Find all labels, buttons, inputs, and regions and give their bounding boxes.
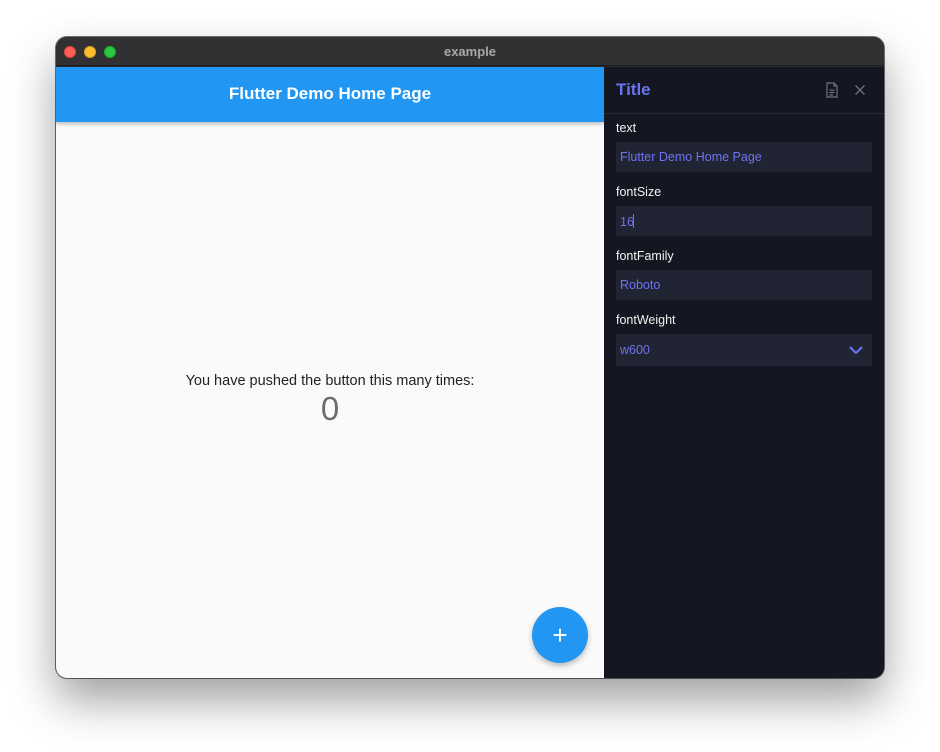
plus-icon: + [552,620,568,650]
text-caret [632,214,634,228]
font-size-value: 16 [620,215,634,229]
window-title: example [443,44,497,59]
counter-caption: You have pushed the button this many tim… [185,373,475,389]
font-weight-label: fontWeight [616,313,676,327]
counter-value: 0 [320,390,340,427]
chevron-down-icon [848,344,864,356]
font-size-field[interactable]: 16 [616,206,872,236]
window-titlebar[interactable]: example [56,37,884,66]
text-field-label: text [616,121,637,135]
font-family-label: fontFamily [616,249,674,263]
font-family-value: Roboto [620,278,661,292]
panel-header: Title [604,67,884,114]
close-icon[interactable] [851,81,869,99]
text-field-value: Flutter Demo Home Page [620,150,762,164]
app-bar: Flutter Demo Home Page [56,67,604,122]
flutter-app: Flutter Demo Home Page You have pushed t… [56,67,604,678]
font-family-field[interactable]: Roboto [616,270,872,300]
text-field[interactable]: Flutter Demo Home Page [616,142,872,172]
font-weight-value: w600 [620,343,650,357]
panel-title: Title [616,80,651,99]
app-window: example Flutter Demo Home Page You have … [56,37,884,678]
font-weight-select[interactable]: w600 [616,334,872,366]
document-icon[interactable] [823,81,841,99]
font-size-label: fontSize [616,185,662,199]
inspector-panel: Title text Flutter Demo Home Page fontSi… [604,67,884,678]
increment-button[interactable]: + [532,607,588,663]
app-bar-title: Flutter Demo Home Page [228,84,432,103]
